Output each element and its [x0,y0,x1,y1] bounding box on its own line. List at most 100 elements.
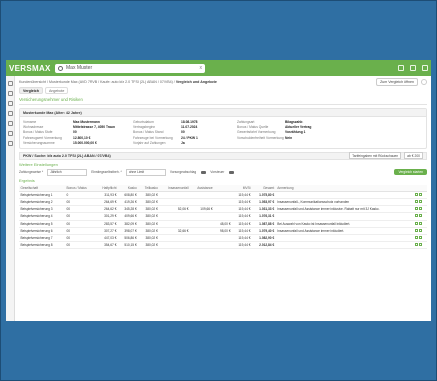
open-comparison-button[interactable]: Zum Vergleich öffnen [376,77,418,86]
add-offer-icon[interactable] [419,243,423,247]
table-cell: 119,44 € [232,198,253,207]
field-value: 12.800,10 € [73,135,91,140]
prepayment-toggle[interactable] [201,170,207,174]
table-cell: 380,02 € [138,241,160,250]
vat-label: Vorsteuer [210,170,225,175]
field-label: Fahrzeuge bei Vormerkung [133,135,173,140]
add-offer-icon[interactable] [419,200,423,204]
customers-icon[interactable] [8,91,13,96]
info-icon[interactable] [415,214,419,218]
tariff-bar: PKW / Suche: kfz auto 2.0 TFSI (2L) ABAN… [19,151,427,160]
table-row[interactable]: Beispielversicherung 5 00 283,57 €382,09 €… [19,220,427,228]
add-offer-icon[interactable] [419,221,423,225]
info-icon[interactable] [415,243,419,247]
field-label [237,141,285,145]
table-cell: Beispielversicherung 8 [19,241,66,250]
info-icon[interactable] [415,221,419,225]
documents-icon[interactable] [8,111,13,116]
add-offer-icon[interactable] [419,235,423,239]
field-value [385,141,429,145]
table-cell: 0 [65,191,96,199]
info-icon[interactable] [415,200,419,204]
clear-search-icon[interactable]: x [200,65,203,71]
add-offer-icon[interactable] [419,192,423,196]
table-row[interactable]: Beispielversicherung 6 00 307,27 €398,07 €… [19,227,427,235]
field-value: 15.000.000,00 € [73,140,97,145]
table-row[interactable]: Beispielversicherung 3 00 264,62 €345,28 €… [19,205,427,214]
home-icon[interactable] [8,81,13,86]
app-logo: VERSMAX [9,63,51,73]
payment-select[interactable]: Jährlich [47,168,88,176]
notification-icon[interactable] [410,65,416,71]
table-cell: Beispielversicherung 2 [19,198,66,207]
help-icon[interactable] [421,78,427,85]
search-value: Max Muster [66,65,93,71]
table-row[interactable]: Beispielversicherung 7 00 447,03 €506,86 €… [19,234,427,243]
table-cell: 380,02 € [138,234,160,243]
table-cell: 301,29 € [95,212,118,221]
calculator-icon[interactable] [8,121,13,126]
deductible-limit-select[interactable]: ohne Limit [125,168,166,176]
table-cell [413,198,427,207]
tariff-title[interactable]: PKW / Suche: kfz auto 2.0 TFSI (2L) ABAN… [23,154,111,158]
tariff-mode-select[interactable]: Tarifeingaben mit Rückschauen [349,152,402,160]
info-icon[interactable] [415,207,419,211]
chart-icon[interactable] [8,131,13,136]
table-row[interactable]: Beispielversicherung 1 0 311,93 €608,80 €3… [19,191,427,199]
info-icon[interactable] [415,235,419,239]
search-input[interactable]: Max Muster x [55,63,205,73]
table-cell [159,220,191,228]
contracts-icon[interactable] [8,101,13,106]
field-value: Max Mustermann [73,120,100,124]
table-cell: 380,02 € [138,198,160,207]
info-icon[interactable] [415,228,419,232]
table-cell: Insassenunfall und Assistance immer inkl… [275,227,414,235]
grid-icon[interactable] [398,65,404,71]
info-icon[interactable] [415,192,419,196]
add-offer-icon[interactable] [419,214,423,218]
person-card-header[interactable]: Musterkunde Max (Alter: 42 Jahre) [20,109,426,117]
table-cell [413,205,427,214]
prepayment-label: Vorsorgeabschlag [169,170,197,175]
table-cell: 345,28 € [118,205,139,214]
table-row[interactable]: Beispielversicherung 8 00 354,67 €510,15 €… [19,241,427,250]
settings-icon[interactable] [8,141,13,146]
results-table: Gesellschaft Bonus / Malus Haftpflicht Kask… [19,184,427,250]
table-cell: 00 [65,241,96,250]
table-cell: 419,26 € [118,198,139,207]
start-comparison-button[interactable]: Vergleich starten [394,169,427,176]
table-cell: 1.087,88 € [252,220,276,228]
breadcrumb-current: Vergleich und Angebote [175,79,217,84]
row-actions [415,207,423,211]
table-cell [190,234,215,243]
add-offer-icon[interactable] [419,228,423,232]
table-cell: 119,44 € [232,227,253,235]
user-icon[interactable] [422,65,428,71]
tab-vergleich[interactable]: Vergleich [19,87,43,94]
table-cell [159,212,191,221]
tab-angebote[interactable]: Angebote [44,87,69,94]
table-cell [413,191,427,199]
search-icon [58,65,63,71]
breadcrumb-path[interactable]: Kundenübersicht / Musterkunde Max (AVD 7… [19,80,175,84]
field-value: 00 [73,130,77,135]
table-cell: 380,02 € [138,220,160,228]
deductible-select[interactable]: ab € 200 [404,152,423,160]
table-cell: 109,66 € [190,205,215,214]
table-cell: 119,44 € [232,212,253,221]
field-label: Fahrzeugwert Vormerkung [23,135,62,140]
field-value: 11.07.2024 [181,125,198,130]
table-cell [190,241,215,250]
field-value: Nein [285,135,293,140]
table-cell: 32,66 € [159,227,191,235]
table-row[interactable]: Beispielversicherung 4 00 301,29 €409,66 €… [19,212,427,221]
table-cell: 382,09 € [118,220,139,228]
table-cell [190,191,215,199]
table-cell [190,227,215,235]
table-row[interactable]: Beispielversicherung 2 00 264,69 €419,26 €… [19,198,427,207]
vat-toggle[interactable] [229,170,235,174]
field-label: Vorjahr auf Zahlungen [133,140,166,145]
table-cell [190,220,215,228]
table-cell: 119,44 € [232,241,253,250]
add-offer-icon[interactable] [419,207,423,211]
